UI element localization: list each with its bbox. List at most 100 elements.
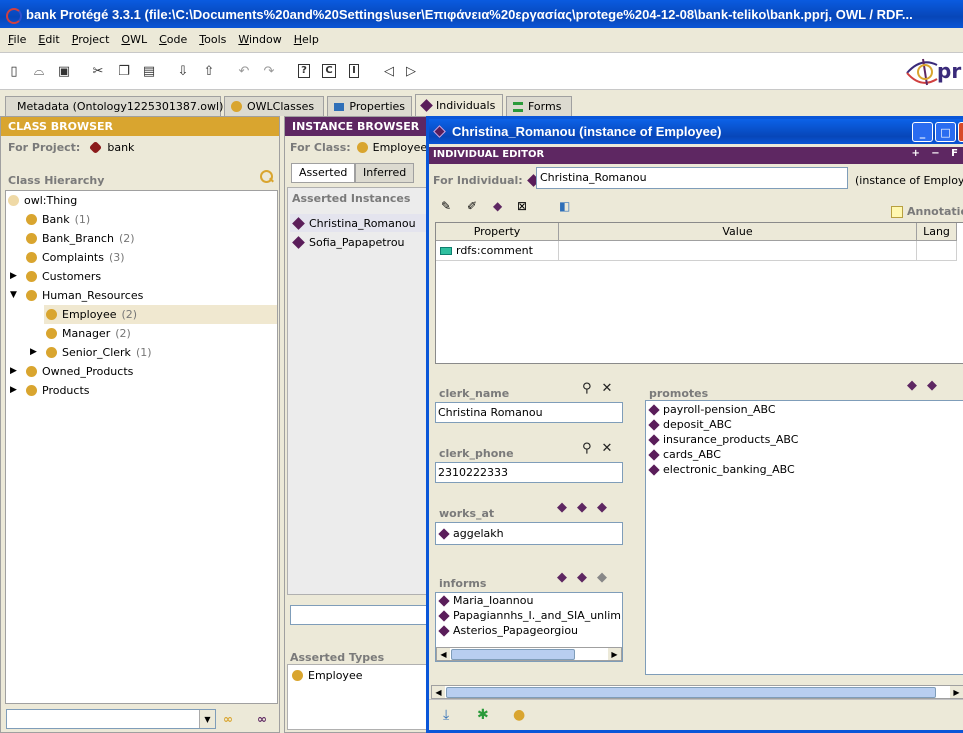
collapse-human-resources-icon[interactable]: ▼ <box>10 290 17 300</box>
column-lang[interactable]: Lang <box>917 223 957 241</box>
new-file-icon[interactable]: ▯ <box>4 61 24 81</box>
expand-products-icon[interactable]: ▶ <box>10 385 17 395</box>
instance-item-sofia-papapetrou[interactable]: Sofia_Papapetrou <box>290 233 430 251</box>
open-folder-icon[interactable]: ⌓ <box>29 61 49 81</box>
class-icon[interactable]: C <box>319 61 339 81</box>
table-row-lang[interactable] <box>917 241 957 261</box>
delete-icon[interactable]: ✕ <box>602 441 613 456</box>
tree-item-products[interactable]: Products <box>26 381 90 400</box>
download-icon[interactable]: ⤓ <box>443 707 449 723</box>
forward-icon[interactable]: ▷ <box>401 61 421 81</box>
tree-item-senior-clerk[interactable]: Senior_Clerk (1) <box>46 343 152 362</box>
back-icon[interactable]: ◁ <box>379 61 399 81</box>
class-tree[interactable]: owl:Thing Bank (1) Bank_Branch (2) Complai… <box>5 190 278 704</box>
menu-owl[interactable]: OWL <box>115 31 153 48</box>
cut-icon[interactable]: ✂ <box>88 61 108 81</box>
tab-asserted[interactable]: Asserted <box>291 163 356 183</box>
menu-project[interactable]: Project <box>66 31 116 48</box>
table-row-property[interactable]: rdfs:comment <box>436 241 559 261</box>
scroll-thumb[interactable] <box>446 687 936 698</box>
list-item[interactable]: cards_ABC <box>646 447 721 462</box>
annotations-button[interactable]: Annotation <box>891 205 963 218</box>
query-icon[interactable]: ? <box>294 61 314 81</box>
tree-item-human-resources[interactable]: Human_Resources <box>26 286 143 305</box>
expand-customers-icon[interactable]: ▶ <box>10 271 17 281</box>
list-item[interactable]: Papagiannhs_I._and_SIA_unlimited_ <box>436 608 622 623</box>
works-at-list[interactable]: aggelakh <box>435 522 623 545</box>
expand-owned-products-icon[interactable]: ▶ <box>10 366 17 376</box>
menu-window[interactable]: Window <box>232 31 287 48</box>
tab-forms[interactable]: Forms <box>506 96 572 116</box>
menu-tools[interactable]: Tools <box>193 31 232 48</box>
chevron-down-icon[interactable]: ▼ <box>199 710 215 728</box>
tab-individuals[interactable]: Individuals <box>415 94 503 116</box>
create-annotation-icon[interactable]: ✎ <box>441 199 459 217</box>
create-instance-icon[interactable]: ◆ <box>907 378 917 393</box>
column-value[interactable]: Value <box>559 223 917 241</box>
editor-horizontal-scrollbar[interactable]: ◀ ▶ <box>431 685 963 699</box>
list-item[interactable]: payroll-pension_ABC <box>646 402 776 417</box>
menu-edit[interactable]: Edit <box>32 31 65 48</box>
class-search-combo[interactable]: ▼ <box>6 709 216 729</box>
promotes-list[interactable]: payroll-pension_ABC deposit_ABC insuranc… <box>645 400 963 675</box>
scroll-thumb[interactable] <box>451 649 575 660</box>
column-property[interactable]: Property <box>436 223 559 241</box>
informs-horizontal-scrollbar[interactable]: ◀ ▶ <box>436 647 622 661</box>
save-icon[interactable]: ▣ <box>54 61 74 81</box>
tree-item-bank[interactable]: Bank (1) <box>26 210 90 229</box>
add-instance-icon[interactable]: ◆ <box>927 378 937 393</box>
redo-icon[interactable]: ↷ <box>259 61 279 81</box>
scroll-right-icon[interactable]: ▶ <box>950 686 963 698</box>
create-instance-icon[interactable]: ◆ <box>557 500 567 515</box>
tab-owlclasses[interactable]: OWLClasses <box>224 96 324 116</box>
expand-senior-clerk-icon[interactable]: ▶ <box>30 347 37 357</box>
tab-metadata[interactable]: Metadata (Ontology1225301387.owl) <box>5 96 223 116</box>
find-binoculars-icon[interactable]: ∞ <box>223 712 239 726</box>
asserted-instances-list[interactable]: Asserted Instances Christina_Romanou Sof… <box>287 187 433 595</box>
tree-item-owned-products[interactable]: Owned_Products <box>26 362 133 381</box>
delete-icon[interactable]: ✕ <box>602 381 613 396</box>
list-item[interactable]: aggelakh <box>436 526 504 541</box>
scroll-left-icon[interactable]: ◀ <box>437 648 450 660</box>
instance-icon[interactable]: I <box>344 61 364 81</box>
tree-item-complaints[interactable]: Complaints (3) <box>26 248 125 267</box>
search-icon[interactable]: ⚲ <box>582 441 592 456</box>
instance-search-input[interactable] <box>290 605 430 625</box>
remove-instance-icon[interactable]: ◆ <box>597 570 607 585</box>
menu-file[interactable]: File <box>2 31 32 48</box>
find-class-icon[interactable] <box>259 169 275 185</box>
add-value-icon[interactable]: ◆ <box>493 199 511 217</box>
remove-value-icon[interactable]: ⊠ <box>517 199 535 217</box>
find-next-binoculars-icon[interactable]: ∞ <box>257 712 273 726</box>
import-icon[interactable]: ⇩ <box>173 61 193 81</box>
annotation-property-table[interactable]: Property Value Lang rdfs:comment <box>435 222 963 364</box>
remove-instance-icon[interactable]: ◆ <box>597 500 607 515</box>
list-item[interactable]: electronic_banking_ABC <box>646 462 795 477</box>
clerk-phone-field[interactable]: 2310222333 <box>435 462 623 483</box>
list-item[interactable]: deposit_ABC <box>646 417 732 432</box>
class-create-icon[interactable]: ● <box>513 707 525 723</box>
menu-help[interactable]: Help <box>288 31 325 48</box>
header-controls[interactable]: + − F <box>911 148 962 159</box>
list-item[interactable]: Asterios_Papageorgiou <box>436 623 578 638</box>
individual-name-field[interactable]: Christina_Romanou <box>536 167 848 189</box>
create-datatype-annotation-icon[interactable]: ✐ <box>467 199 485 217</box>
minimize-button[interactable]: _ <box>912 122 933 142</box>
export-icon[interactable]: ⇧ <box>199 61 219 81</box>
undo-icon[interactable]: ↶ <box>234 61 254 81</box>
maximize-button[interactable]: □ <box>935 122 956 142</box>
view-icon[interactable]: ◧ <box>559 199 577 217</box>
scroll-left-icon[interactable]: ◀ <box>432 686 445 698</box>
tree-item-customers[interactable]: Customers <box>26 267 101 286</box>
list-item[interactable]: Maria_Ioannou <box>436 593 533 608</box>
tree-item-owl-thing[interactable]: owl:Thing <box>8 191 77 210</box>
tab-inferred[interactable]: Inferred <box>355 163 415 183</box>
tab-properties[interactable]: Properties <box>327 96 412 116</box>
informs-list[interactable]: Maria_Ioannou Papagiannhs_I._and_SIA_unl… <box>435 592 623 662</box>
add-instance-icon[interactable]: ◆ <box>577 500 587 515</box>
close-button[interactable]: × <box>958 122 963 142</box>
tree-item-employee[interactable]: Employee (2) <box>44 305 277 324</box>
list-item[interactable]: insurance_products_ABC <box>646 432 798 447</box>
paste-icon[interactable]: ▤ <box>139 61 159 81</box>
asserted-types-list[interactable]: Employee <box>287 664 433 730</box>
